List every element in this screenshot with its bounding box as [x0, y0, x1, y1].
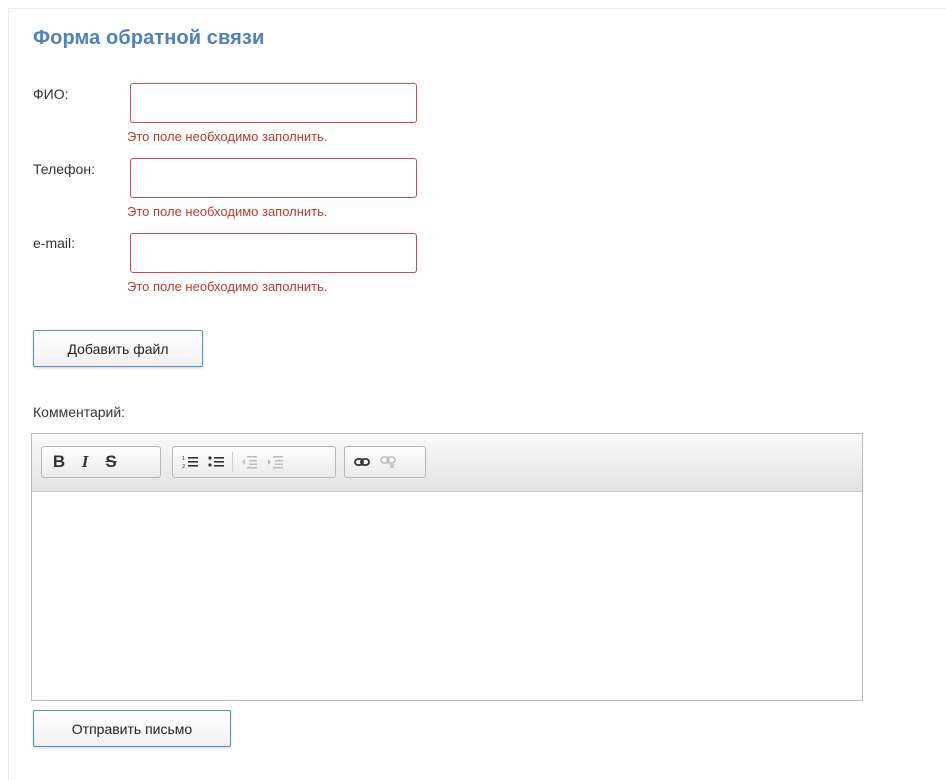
toolbar-separator	[232, 452, 233, 472]
link-group	[344, 446, 426, 478]
email-input[interactable]	[130, 233, 417, 273]
link-icon[interactable]	[349, 449, 375, 475]
fio-error: Это поле необходимо заполнить.	[127, 129, 328, 144]
numbered-list-icon[interactable]: 1 2	[177, 449, 203, 475]
form-title: Форма обратной связи	[33, 27, 265, 49]
comment-label: Комментарий:	[33, 404, 126, 420]
send-button[interactable]: Отправить письмо	[33, 710, 231, 747]
phone-error: Это поле необходимо заполнить.	[127, 204, 328, 219]
email-error: Это поле необходимо заполнить.	[127, 279, 328, 294]
increase-indent-icon[interactable]	[262, 449, 288, 475]
comment-textarea[interactable]	[32, 492, 862, 700]
comment-editor: B I S 1 2	[31, 433, 863, 701]
bulleted-list-icon[interactable]	[203, 449, 229, 475]
unlink-icon[interactable]	[375, 449, 401, 475]
svg-text:1: 1	[182, 456, 185, 462]
fio-input[interactable]	[130, 83, 417, 123]
svg-text:2: 2	[182, 464, 185, 469]
text-style-group: B I S	[41, 446, 161, 478]
editor-toolbar: B I S 1 2	[32, 434, 862, 492]
list-group: 1 2	[172, 446, 336, 478]
decrease-indent-icon[interactable]	[236, 449, 262, 475]
strikethrough-icon[interactable]: S	[98, 449, 124, 475]
bold-icon[interactable]: B	[46, 449, 72, 475]
fio-label: ФИО:	[33, 86, 69, 102]
phone-label: Телефон:	[33, 161, 95, 177]
email-label: e-mail:	[33, 235, 76, 251]
phone-input[interactable]	[130, 158, 417, 198]
italic-icon[interactable]: I	[72, 449, 98, 475]
add-file-button[interactable]: Добавить файл	[33, 330, 203, 367]
